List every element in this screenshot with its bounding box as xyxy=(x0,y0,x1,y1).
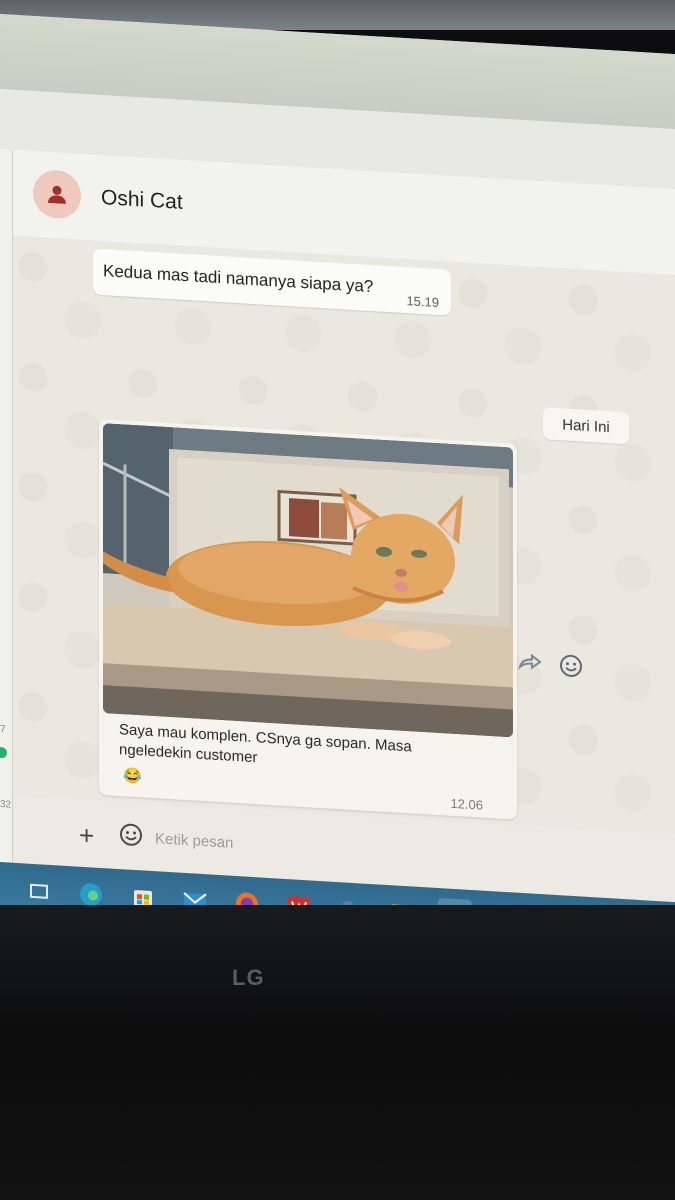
chat-list-count: 7 xyxy=(0,724,6,736)
forward-icon[interactable] xyxy=(518,653,544,678)
day-separator: Hari Ini xyxy=(543,407,629,445)
user-icon xyxy=(48,185,66,204)
sticker-icon[interactable] xyxy=(119,822,143,852)
task-view-icon[interactable] xyxy=(22,873,56,909)
monitor-bezel: LG xyxy=(0,905,675,1200)
chat-list-panel: 7 32 xyxy=(0,149,12,865)
conversation-area: Kedua mas tadi namanya siapa ya? 15.19 H… xyxy=(13,235,675,836)
cat-photo[interactable] xyxy=(103,423,513,738)
plus-icon[interactable]: + xyxy=(79,820,94,852)
unread-indicator xyxy=(0,746,7,759)
message-time: 12.06 xyxy=(450,795,483,813)
avatar[interactable] xyxy=(33,168,81,220)
incoming-message[interactable]: Kedua mas tadi namanya siapa ya? 15.19 xyxy=(93,248,451,316)
chat-window: Oshi Cat Kedua mas tadi namanya siapa ya… xyxy=(12,149,675,905)
monitor-brand-logo: LG xyxy=(232,965,265,990)
emoji-icon[interactable] xyxy=(559,653,583,683)
emoji-icon: 😂 xyxy=(123,767,142,786)
message-time: 15.19 xyxy=(406,293,439,311)
image-message[interactable]: Saya mau komplen. CSnya ga sopan. Masa n… xyxy=(99,418,517,820)
contact-name: Oshi Cat xyxy=(101,186,183,214)
chat-list-time: 32 xyxy=(0,799,12,811)
message-text: Kedua mas tadi namanya siapa ya? xyxy=(103,261,374,297)
monitor-screen: 7 32 Oshi Cat Kedua mas tadi namanya sia… xyxy=(0,14,675,1015)
